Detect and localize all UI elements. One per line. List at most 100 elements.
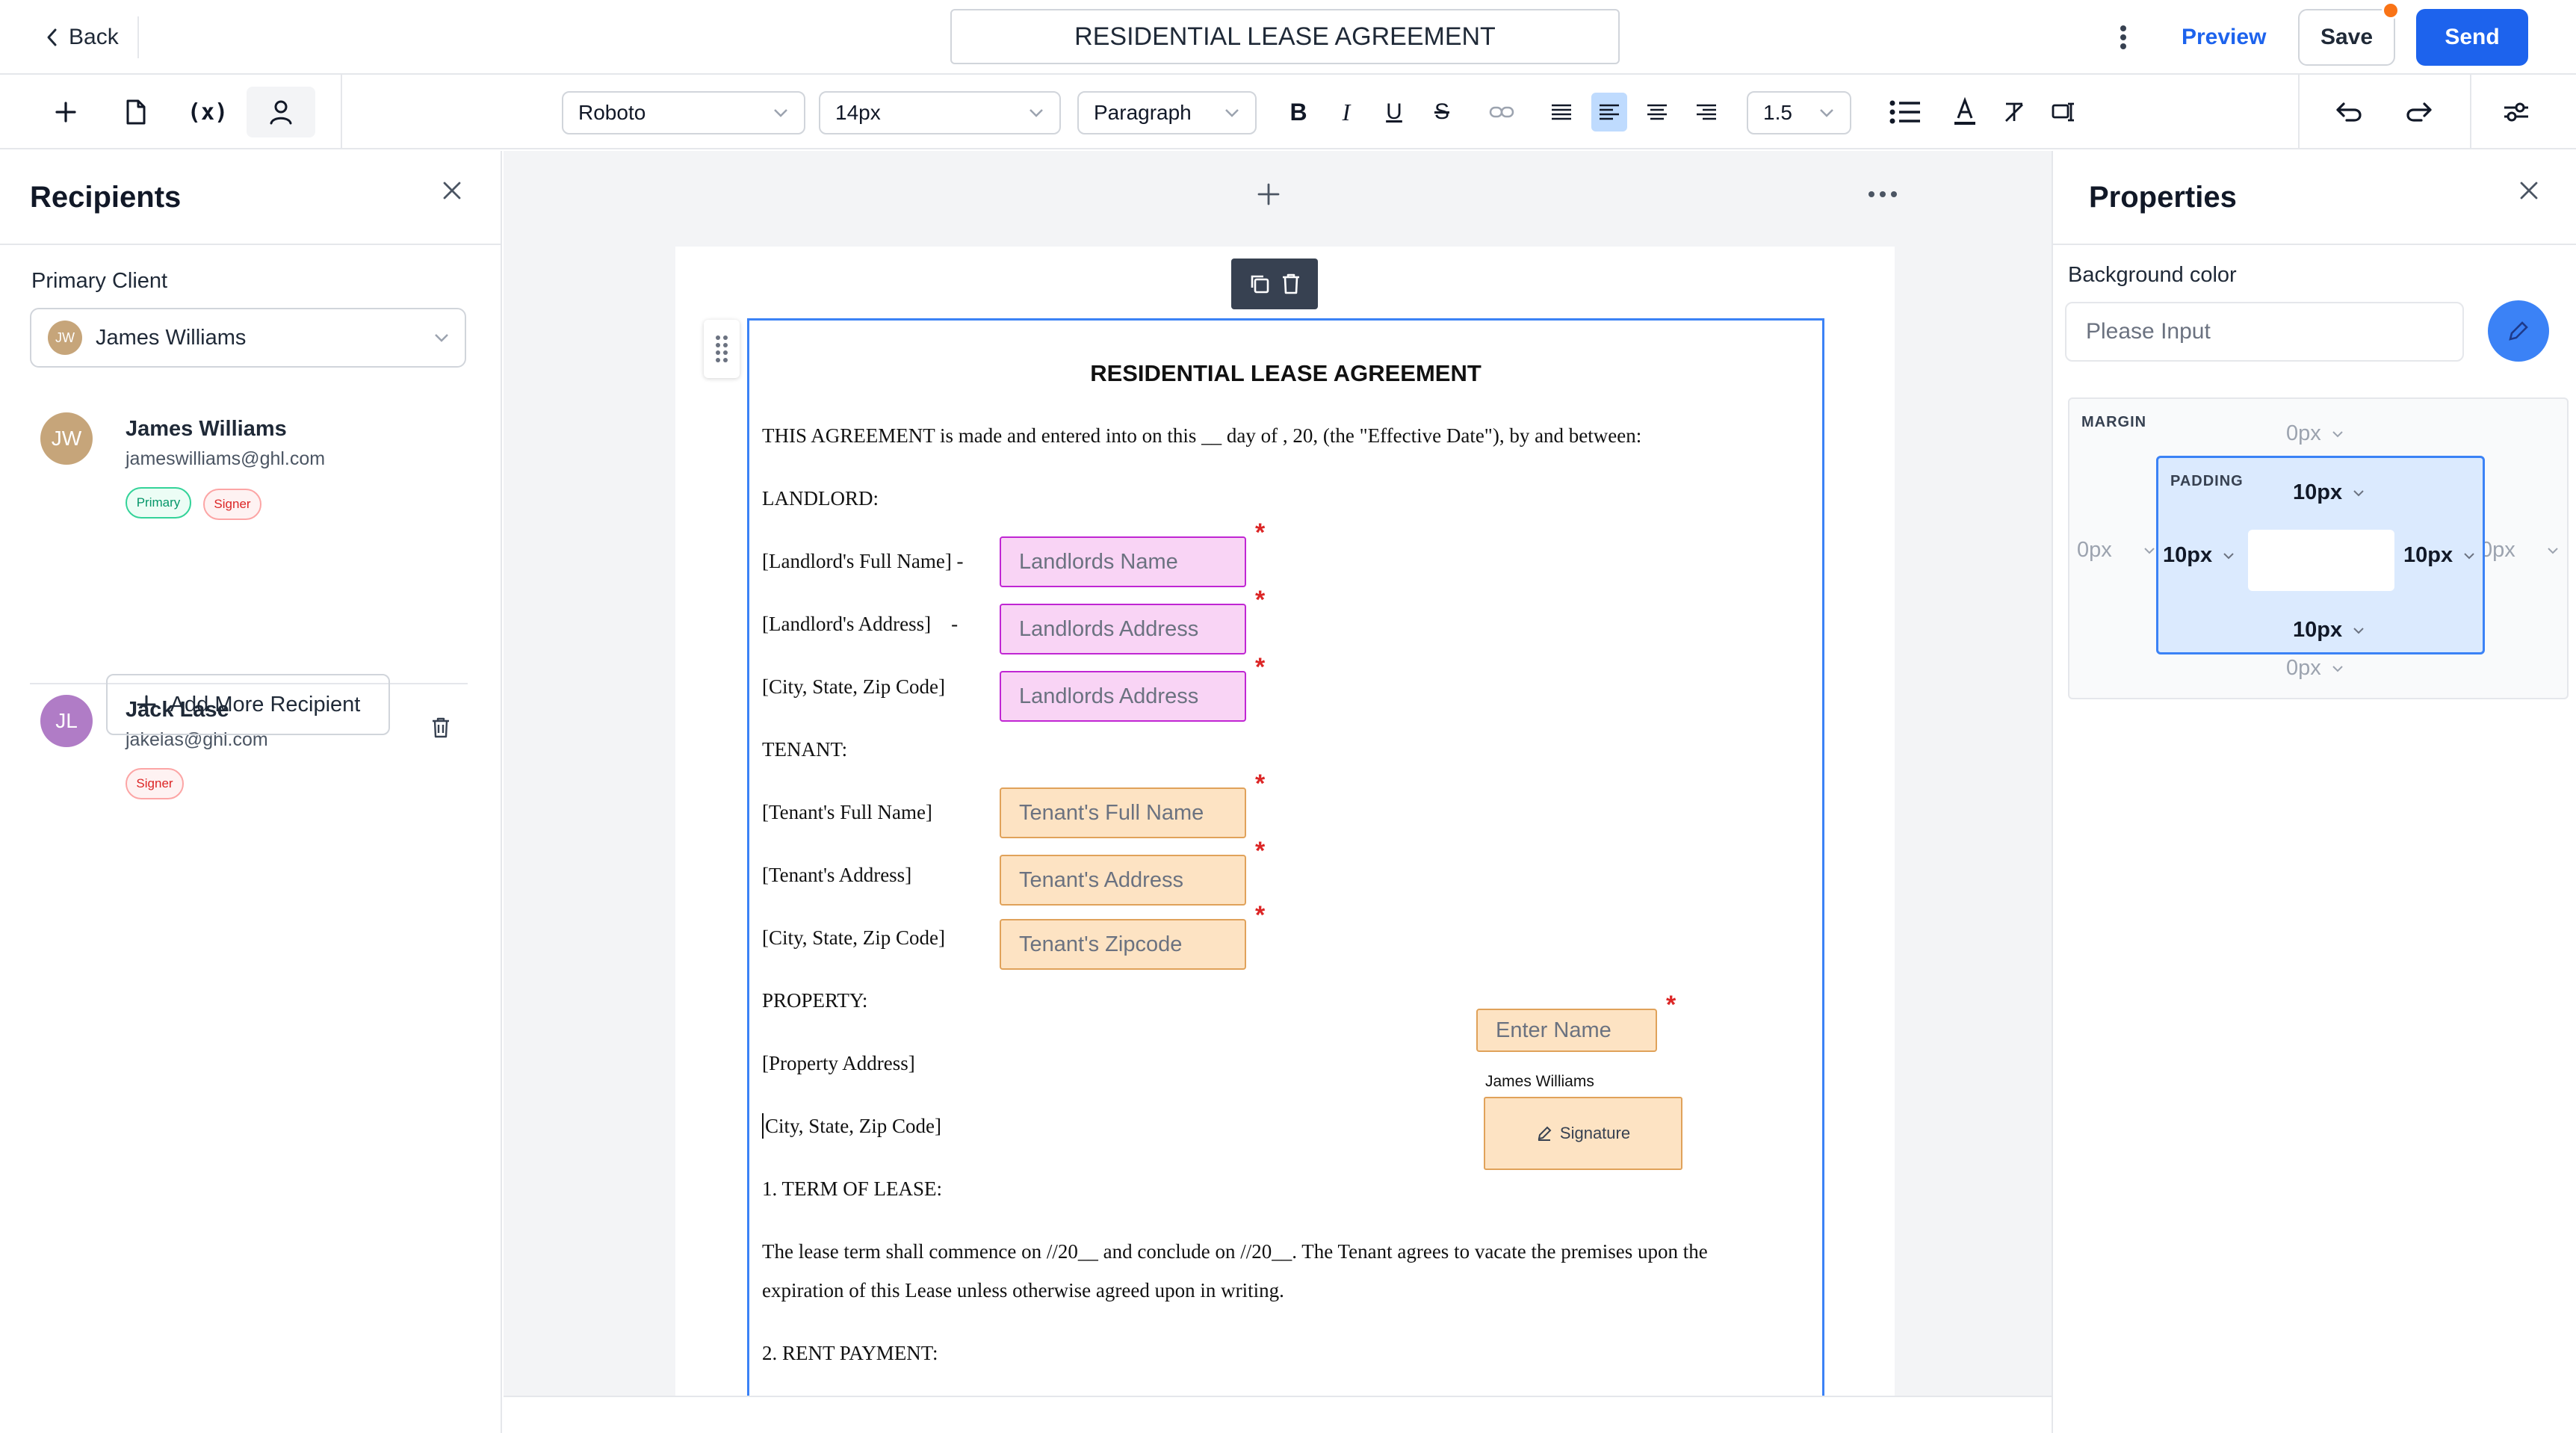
back-label: Back [69, 25, 119, 49]
document-page: RESIDENTIAL LEASE AGREEMENT THIS AGREEME… [675, 247, 1895, 1396]
block-type-select[interactable]: Paragraph [1077, 91, 1257, 134]
chevron-left-icon [45, 27, 60, 48]
bold-icon[interactable]: B [1284, 94, 1313, 130]
font-size-value: 14px [835, 101, 881, 124]
color-picker-button[interactable] [2488, 300, 2549, 362]
add-block-icon[interactable] [1248, 173, 1289, 215]
close-icon[interactable] [2510, 172, 2548, 209]
clear-format-icon[interactable] [1996, 93, 2032, 131]
landlord-address-field[interactable]: Landlords Address [1000, 604, 1246, 654]
chevron-down-icon [2547, 547, 2559, 554]
property-city-label: City, State, Zip Code] [765, 1115, 941, 1137]
recipient-name: James Williams [126, 417, 287, 441]
margin-top-value: 0px [2286, 421, 2321, 445]
intro-paragraph: THIS AGREEMENT is made and entered into … [762, 424, 1642, 447]
line-height-select[interactable]: 1.5 [1747, 91, 1851, 134]
required-marker: * [1255, 586, 1266, 614]
more-horizontal-icon[interactable] [1860, 181, 1905, 208]
add-recipient-button[interactable]: Add More Recipient [106, 674, 390, 735]
avatar: JW [40, 412, 93, 465]
divider [0, 244, 501, 245]
padding-left-value: 10px [2163, 543, 2213, 567]
margin-right-select[interactable]: 0px [2480, 538, 2559, 563]
italic-icon[interactable]: I [1331, 94, 1361, 130]
tenant-zip-field[interactable]: Tenant's Zipcode [1000, 919, 1246, 970]
font-family-value: Roboto [578, 101, 646, 124]
document-icon[interactable] [117, 93, 155, 131]
panel-title: Recipients [30, 181, 182, 214]
primary-client-label: Primary Client [31, 269, 168, 293]
divider [341, 75, 342, 149]
link-icon[interactable] [1485, 94, 1518, 130]
primary-client-value: James Williams [96, 325, 247, 350]
padding-top-select[interactable]: 10px [2293, 480, 2365, 505]
selected-text-block[interactable] [747, 318, 1824, 1396]
background-color-label: Background color [2068, 263, 2237, 287]
save-button[interactable]: Save [2298, 9, 2395, 66]
margin-top-select[interactable]: 0px [2286, 421, 2344, 446]
padding-bottom-select[interactable]: 10px [2293, 618, 2365, 643]
drag-handle-icon[interactable] [704, 320, 740, 378]
close-icon[interactable] [433, 172, 471, 209]
signature-field[interactable]: Signature [1484, 1097, 1682, 1170]
enter-name-field[interactable]: Enter Name [1476, 1009, 1657, 1052]
delete-icon[interactable] [1281, 273, 1301, 295]
padding-right-select[interactable]: 10px [2403, 543, 2475, 568]
preview-button[interactable]: Preview [2182, 21, 2266, 54]
divider [137, 16, 139, 58]
landlord-city-field[interactable]: Landlords Address [1000, 671, 1246, 722]
tenant-address-field[interactable]: Tenant's Address [1000, 855, 1246, 906]
block-actions [1231, 259, 1318, 309]
margin-left-select[interactable]: 0px [2077, 538, 2155, 563]
chevron-down-icon [2332, 430, 2344, 438]
add-icon[interactable] [46, 93, 85, 131]
send-label: Send [2445, 25, 2500, 49]
padding-left-select[interactable]: 10px [2163, 543, 2235, 568]
editor-toolbar: (x) Roboto 14px Paragraph B I U S 1.5 [0, 75, 2576, 149]
signer-badge: Signer [203, 489, 261, 520]
term-text: The lease term shall commence on //20__ … [762, 1240, 1708, 1263]
align-right-icon[interactable] [1690, 94, 1723, 130]
bullet-list-icon[interactable] [1886, 93, 1925, 131]
recipients-tab-icon[interactable] [247, 87, 315, 137]
signer-name: James Williams [1485, 1073, 1594, 1090]
margin-bottom-select[interactable]: 0px [2286, 656, 2344, 681]
padding-label: PADDING [2170, 473, 2244, 489]
tenant-name-field[interactable]: Tenant's Full Name [1000, 787, 1246, 838]
property-heading: PROPERTY: [762, 989, 868, 1012]
variables-icon[interactable]: (x) [185, 93, 230, 131]
duplicate-icon[interactable] [1248, 273, 1271, 295]
redo-icon[interactable] [2398, 93, 2440, 131]
recipient-item[interactable]: JW James Williams jameswilliams@ghl.com … [0, 396, 501, 532]
font-family-select[interactable]: Roboto [562, 91, 805, 134]
align-justify-icon[interactable] [1545, 94, 1578, 130]
align-left-icon[interactable] [1591, 93, 1627, 131]
underline-icon[interactable]: U [1379, 94, 1409, 130]
more-options-icon[interactable] [2108, 18, 2138, 57]
add-recipient-label: Add More Recipient [170, 692, 361, 716]
strikethrough-icon[interactable]: S [1427, 94, 1457, 130]
chevron-down-icon [2353, 489, 2365, 497]
settings-sliders-icon[interactable] [2495, 93, 2537, 131]
font-size-select[interactable]: 14px [819, 91, 1061, 134]
primary-client-select[interactable]: JW James Williams [30, 308, 466, 368]
margin-bottom-value: 0px [2286, 656, 2321, 680]
divider [2053, 244, 2576, 245]
undo-icon[interactable] [2328, 93, 2370, 131]
text-color-icon[interactable] [1947, 93, 1983, 131]
divider [2298, 75, 2300, 149]
insert-field-icon[interactable] [2046, 93, 2081, 131]
required-marker: * [1255, 653, 1266, 681]
document-title-input[interactable]: RESIDENTIAL LEASE AGREEMENT [950, 9, 1620, 64]
landlord-name-field[interactable]: Landlords Name [1000, 536, 1246, 587]
padding-bottom-value: 10px [2293, 618, 2343, 642]
pen-icon [1536, 1125, 1552, 1142]
tenant-address-label: [Tenant's Address] [762, 864, 912, 886]
back-button[interactable]: Back [45, 19, 119, 55]
recipient-email: jameswilliams@ghl.com [126, 448, 326, 469]
background-color-input[interactable]: Please Input [2065, 302, 2464, 362]
trash-icon[interactable] [424, 711, 457, 744]
send-button[interactable]: Send [2416, 9, 2528, 66]
term-heading: 1. TERM OF LEASE: [762, 1177, 943, 1200]
align-center-icon[interactable] [1641, 94, 1674, 130]
